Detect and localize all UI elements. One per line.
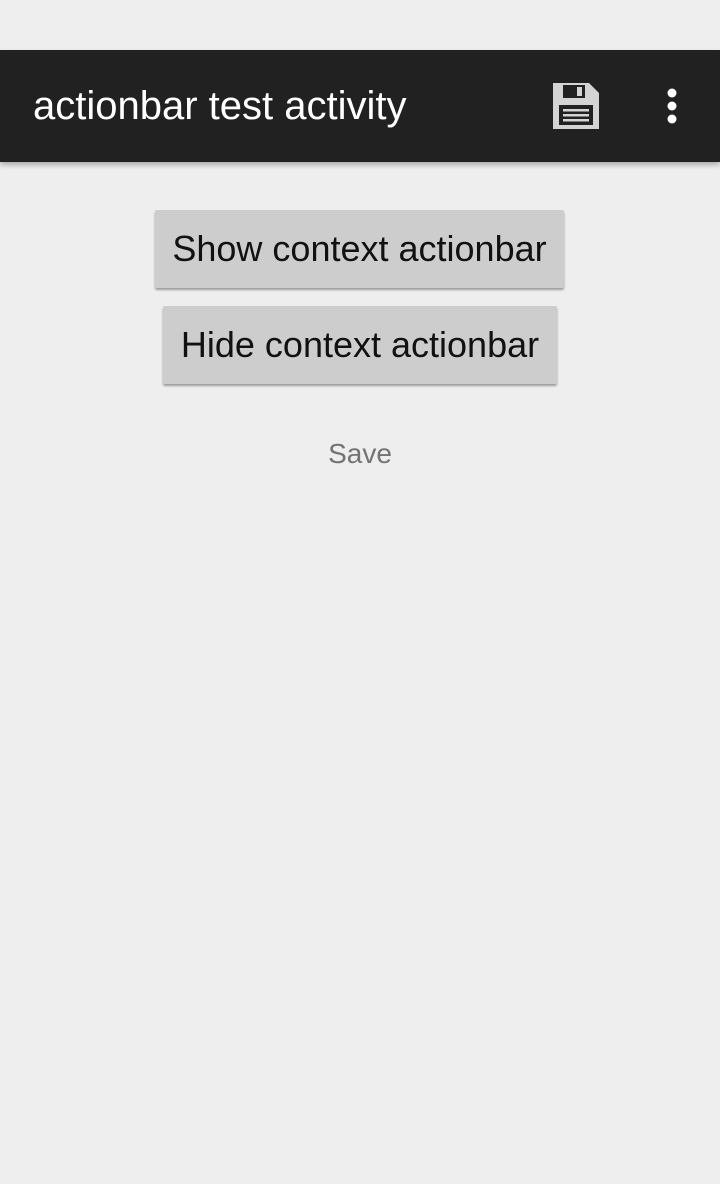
main-content: Show context actionbar Hide context acti…	[0, 162, 720, 1184]
app-title: actionbar test activity	[33, 84, 407, 128]
vertical-ellipsis-icon	[666, 88, 678, 124]
hide-context-actionbar-button[interactable]: Hide context actionbar	[163, 306, 557, 384]
action-bar: actionbar test activity	[0, 50, 720, 162]
status-bar	[0, 0, 720, 50]
status-text: Save	[328, 438, 392, 469]
floppy-disk-icon	[553, 83, 599, 129]
save-action-button[interactable]	[536, 50, 616, 162]
overflow-menu-button[interactable]	[640, 50, 704, 162]
show-context-actionbar-button[interactable]: Show context actionbar	[155, 210, 564, 288]
